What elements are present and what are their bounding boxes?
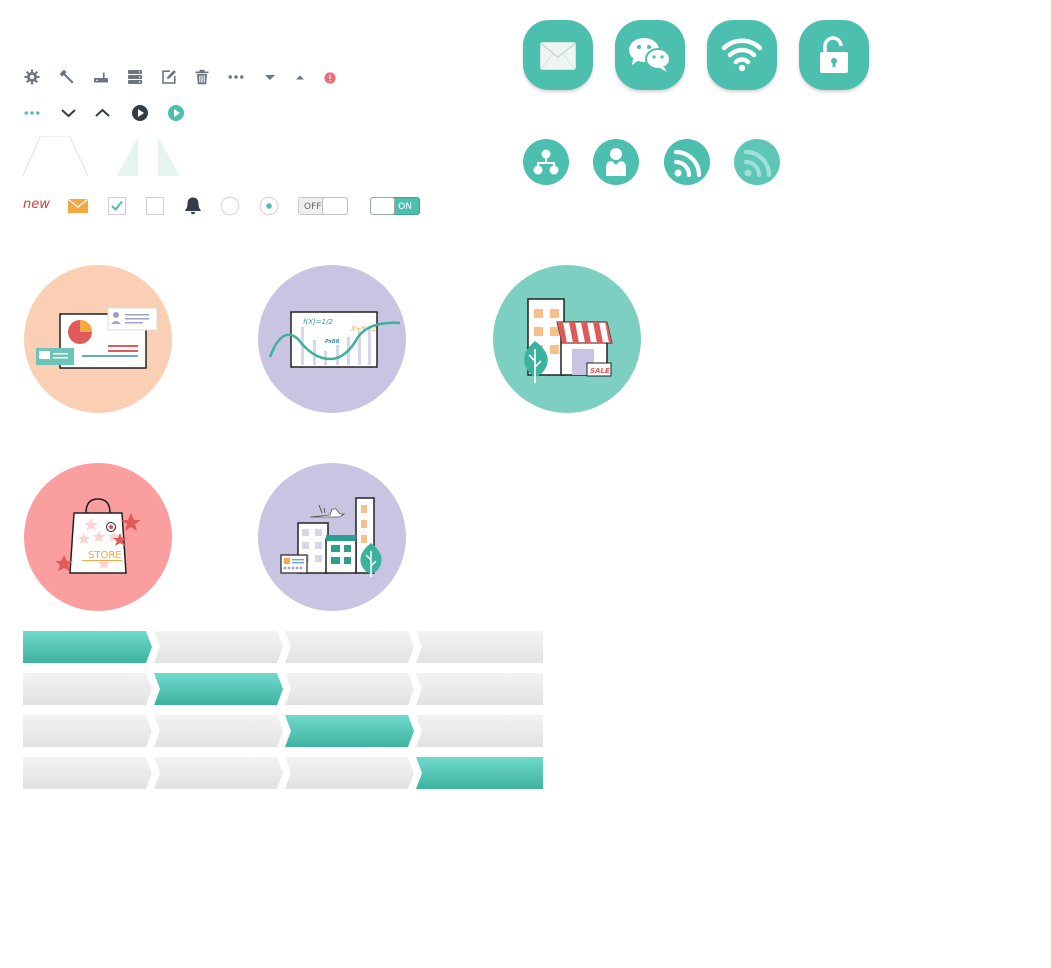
step-segment[interactable] [23,757,152,789]
database-icon[interactable] [127,69,143,85]
caret-up-icon[interactable] [292,69,308,85]
switch-knob [322,197,348,215]
chevron-down-icon[interactable] [60,105,77,121]
unlock-icon [820,36,848,73]
play-teal-icon[interactable] [167,104,185,122]
step-segment[interactable] [154,757,283,789]
checkbox-checked[interactable] [108,197,126,215]
wechat-icon [629,38,671,72]
toggle-switch-off[interactable]: OFF [298,197,348,215]
step-segment-active[interactable] [23,631,152,663]
step-segment-active[interactable] [154,673,283,705]
rss-icon [674,149,702,177]
user-icon [606,148,626,176]
more-teal-icon[interactable] [24,105,40,121]
tab-shape-active[interactable] [116,136,184,178]
step-bar-row[interactable] [23,757,543,789]
new-label: new [23,197,50,212]
rss-button[interactable] [664,139,710,185]
formula-1: f(X)=1/2 [303,318,333,326]
step-segment-active[interactable] [285,715,414,747]
step-segment[interactable] [154,715,283,747]
trash-icon[interactable] [194,69,210,85]
play-dark-icon[interactable] [131,104,149,122]
edit-icon[interactable] [161,69,177,85]
step-segment[interactable] [23,715,152,747]
switch-knob [370,197,395,215]
rss-light-icon [744,149,772,177]
dashboard-illustration [24,265,172,413]
chevron-up-icon[interactable] [94,105,111,121]
step-bar-row[interactable] [23,631,543,663]
step-segment[interactable] [285,631,414,663]
sitemap-button[interactable] [523,139,569,185]
mail-icon [540,42,576,70]
step-segment[interactable] [285,673,414,705]
gear-icon[interactable] [24,69,40,85]
step-segment[interactable] [23,673,152,705]
step-segment[interactable] [416,673,543,705]
wifi-tile[interactable] [707,20,777,90]
envelope-icon[interactable] [68,198,88,214]
caret-down-icon[interactable] [262,69,278,85]
router-icon[interactable] [93,69,109,85]
board-note: PxBR [325,339,340,345]
unlock-tile[interactable] [799,20,869,90]
alert-dot-icon [324,72,336,84]
store-illustration: SALE [493,265,641,413]
wechat-tile[interactable] [615,20,685,90]
sale-sign: SALE [590,367,610,375]
wrench-icon[interactable] [59,69,75,85]
sitemap-icon [533,149,559,175]
city-illustration [258,463,406,611]
radio-selected[interactable] [259,196,279,216]
user-button[interactable] [593,139,639,185]
toggle-switch-on[interactable]: ON [370,197,420,215]
step-segment[interactable] [416,631,543,663]
shopping-bag-illustration: STORE [24,463,172,611]
switch-off-label: OFF [304,202,322,212]
switch-on-label: ON [398,202,412,212]
bell-icon[interactable] [183,196,203,216]
checkbox-unchecked[interactable] [146,197,164,215]
step-bar-row[interactable] [23,715,543,747]
store-label: STORE [88,550,122,561]
step-segment[interactable] [154,631,283,663]
radio-unselected[interactable] [220,196,240,216]
step-bar-row[interactable] [23,673,543,705]
tab-shape-outline[interactable] [22,136,90,178]
step-segment[interactable] [285,757,414,789]
math-board-illustration: f(X)=1/2 X+Y=Z PxBR [258,265,406,413]
step-segment[interactable] [416,715,543,747]
mail-tile[interactable] [523,20,593,90]
more-icon[interactable] [228,69,244,85]
rss-light-button[interactable] [734,139,780,185]
step-segment-active[interactable] [416,757,543,789]
wifi-icon [721,38,763,72]
